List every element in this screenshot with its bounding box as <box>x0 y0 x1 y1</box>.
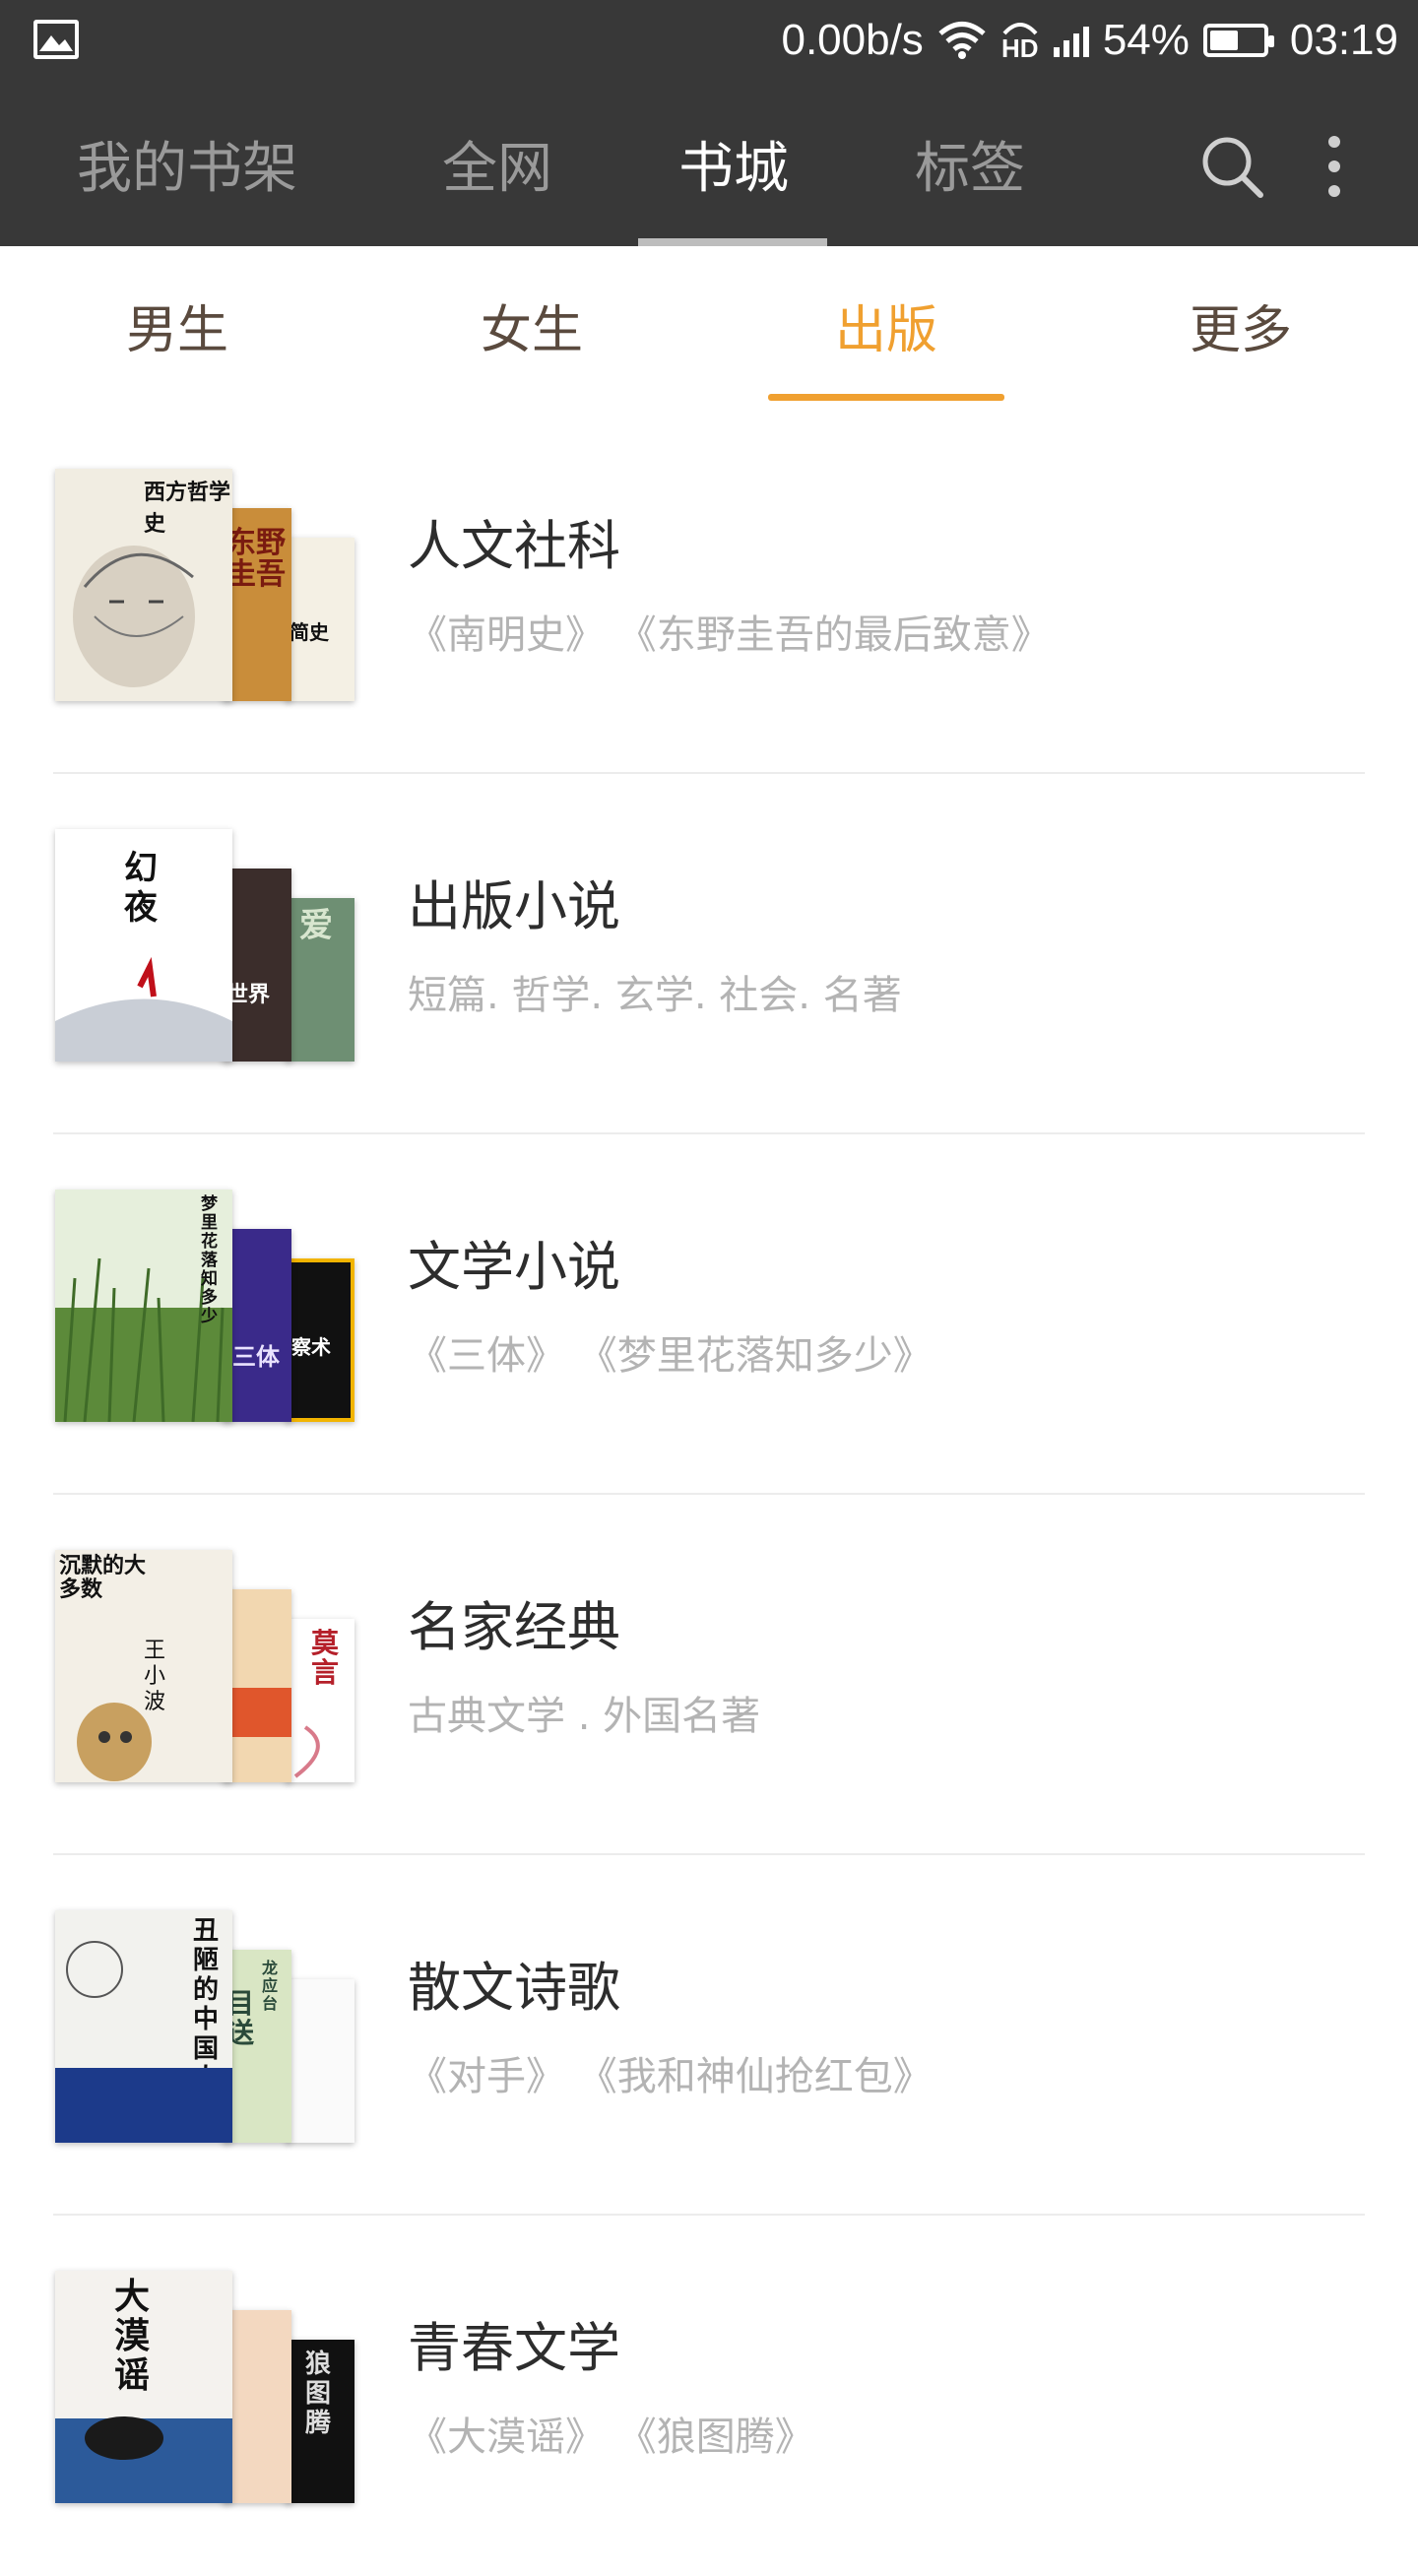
hd-label: HD <box>1001 33 1039 63</box>
tab-more[interactable]: 更多 <box>1064 246 1418 404</box>
signal-icon <box>1053 24 1089 57</box>
category-subtitle: 《南明史》 《东野圭吾的最后致意》 <box>408 612 1051 658</box>
tab-publishing[interactable]: 出版 <box>709 246 1064 404</box>
category-title: 散文诗歌 <box>408 1957 620 2019</box>
book-cover: 莫言 <box>286 1619 354 1782</box>
battery-icon <box>1202 24 1274 57</box>
list-item[interactable]: 沉默的大多数 王小波 莫言 名家经典 古典文学 . 外国名著 <box>0 1495 1418 1855</box>
tab-female[interactable]: 女生 <box>354 246 709 404</box>
category-subtitle: 《大漠谣》 《狼图腾》 <box>408 2415 814 2460</box>
tab-my-bookshelf[interactable]: 我的书架 <box>59 81 315 246</box>
category-subtitle: 《对手》 《我和神仙抢红包》 <box>408 2054 933 2099</box>
book-cover: 梦里花落知多少 <box>55 1190 232 1422</box>
cover-author: 龙应台 <box>262 1959 279 2013</box>
book-cover: 三体 <box>223 1229 291 1422</box>
wifi-icon <box>938 22 986 59</box>
category-tab-indicator <box>768 394 1004 401</box>
book-cover: 世界 <box>223 869 291 1062</box>
tab-tags[interactable]: 标签 <box>886 81 1054 246</box>
book-cover: 狼图腾 <box>286 2340 354 2503</box>
search-icon[interactable] <box>1197 132 1266 201</box>
book-cover <box>223 1589 291 1782</box>
book-covers: 沉默的大多数 王小波 莫言 <box>55 1550 360 1786</box>
battery-fill <box>1209 31 1238 50</box>
tab-male[interactable]: 男生 <box>0 246 354 404</box>
book-covers: 西方哲学史 东野圭吾 简史 <box>55 469 360 705</box>
list-item[interactable]: 丑陋的中国人 目送 龙应台 散文诗歌 《对手》 《我和神仙抢红包》 <box>0 1855 1418 2216</box>
more-vert-icon[interactable] <box>1320 132 1349 201</box>
book-covers: 幻夜 世界 爱 <box>55 829 360 1065</box>
category-title: 名家经典 <box>408 1596 620 1658</box>
cover-title: 狼图腾 <box>305 2350 332 2438</box>
list-item[interactable]: 西方哲学史 东野圭吾 简史 人文社科 《南明史》 《东野圭吾的最后致意》 <box>0 414 1418 774</box>
category-title: 出版小说 <box>408 875 620 937</box>
category-list: 西方哲学史 东野圭吾 简史 人文社科 《南明史》 《东野圭吾的最后致意》 幻夜 <box>0 414 1418 2576</box>
cover-title: 简史 <box>290 620 329 644</box>
app-header: 我的书架 全网 书城 标签 <box>0 81 1418 246</box>
tab-all-web[interactable]: 全网 <box>414 81 581 246</box>
category-subtitle: 短篇. 哲学. 玄学. 社会. 名著 <box>408 973 902 1018</box>
hd-call-icon: HD <box>1000 20 1040 61</box>
category-title: 文学小说 <box>408 1236 620 1298</box>
book-cover: 爱 <box>286 898 354 1062</box>
clock: 03:19 <box>1289 16 1398 64</box>
list-item[interactable]: 梦里花落知多少 三体 察术 文学小说 《三体》 《梦里花落知多少》 <box>0 1134 1418 1495</box>
category-subtitle: 《三体》 《梦里花落知多少》 <box>408 1333 933 1379</box>
book-cover: 丑陋的中国人 <box>55 1910 232 2143</box>
cover-title: 梦里花落知多少 <box>201 1194 218 1326</box>
cover-title: 爱 <box>299 906 333 945</box>
book-cover: 沉默的大多数 王小波 <box>55 1550 232 1782</box>
cover-title: 东野圭吾 <box>226 526 286 592</box>
book-cover: 西方哲学史 <box>55 469 232 701</box>
book-covers: 丑陋的中国人 目送 龙应台 <box>55 1910 360 2147</box>
book-cover: 幻夜 <box>55 829 232 1062</box>
image-icon <box>33 20 79 59</box>
category-tabs: 男生 女生 出版 更多 <box>0 246 1418 404</box>
book-covers: 大漠谣 狼图腾 <box>55 2271 360 2507</box>
category-title: 人文社科 <box>408 515 620 577</box>
status-bar: 0.00b/s HD 54% 03:19 <box>0 0 1418 81</box>
list-item[interactable]: 大漠谣 狼图腾 青春文学 《大漠谣》 《狼图腾》 <box>0 2216 1418 2576</box>
status-right: 0.00b/s HD 54% 03:19 <box>781 10 1398 71</box>
book-cover: 东野圭吾 <box>223 508 291 701</box>
cover-title: 世界 <box>226 982 271 1007</box>
category-title: 青春文学 <box>408 2317 620 2379</box>
book-cover: 大漠谣 <box>55 2271 232 2503</box>
book-cover: 察术 <box>286 1258 354 1422</box>
book-cover <box>223 2310 291 2503</box>
header-tab-indicator <box>638 238 827 246</box>
book-cover: 简史 <box>286 538 354 701</box>
tab-bookstore[interactable]: 书城 <box>650 81 817 246</box>
net-speed: 0.00b/s <box>781 16 924 64</box>
battery-percent: 54% <box>1102 16 1190 64</box>
category-subtitle: 古典文学 . 外国名著 <box>408 1694 761 1739</box>
book-cover <box>286 1979 354 2143</box>
book-covers: 梦里花落知多少 三体 察术 <box>55 1190 360 1426</box>
list-item[interactable]: 幻夜 世界 爱 出版小说 短篇. 哲学. 玄学. 社会. 名著 <box>0 774 1418 1134</box>
book-cover: 目送 龙应台 <box>223 1950 291 2143</box>
cover-title: 察术 <box>291 1335 331 1359</box>
cover-title: 三体 <box>232 1342 280 1371</box>
